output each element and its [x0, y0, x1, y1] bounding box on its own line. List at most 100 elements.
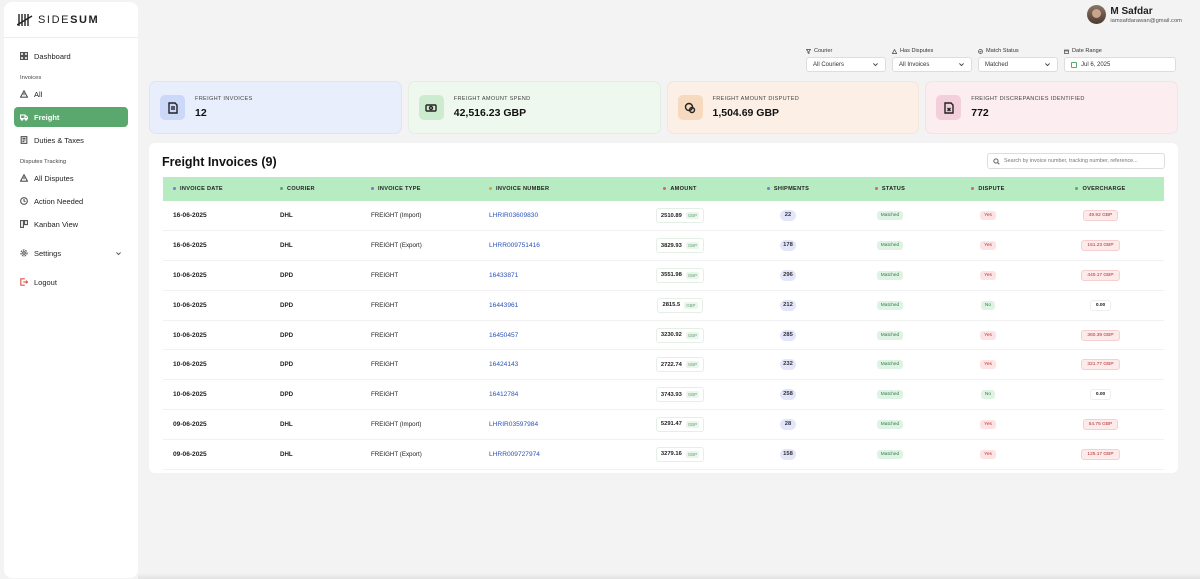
dispute-badge: No [980, 300, 996, 310]
alert-triangle-icon [20, 174, 28, 182]
status-badge: Matched [876, 390, 904, 400]
kpi-label: FREIGHT INVOICES [195, 96, 253, 102]
table-row[interactable]: 10-06-2025 DPD FREIGHT 16424143 2722.74 GBP 23… [163, 350, 1164, 380]
kpi-value: 1,504.69 GBP [712, 107, 780, 119]
column-header[interactable]: INVOICE TYPE [371, 177, 489, 201]
column-dot-icon [371, 187, 374, 191]
invoice-number-link[interactable]: 16412784 [489, 380, 625, 410]
sidebar-item-kanban[interactable]: Kanban View [14, 214, 128, 234]
overcharge-badge: 321.77 GBP [1081, 359, 1120, 371]
receipt-icon [20, 136, 28, 144]
date-filter: Date Range Jul 6, 2025 [1064, 48, 1176, 72]
status-badge: Matched [876, 270, 904, 280]
amount-badge: 2722.74 GBP [655, 357, 705, 373]
sidebar-item-action-needed[interactable]: Action Needed [14, 191, 128, 211]
sidebar-item-all-disputes[interactable]: All Disputes [14, 168, 128, 188]
invoice-date: 10-06-2025 [173, 301, 207, 309]
currency-tag: GBP [685, 361, 700, 369]
table-row[interactable]: 16-06-2025 DHL FREIGHT (Import) LHRIR036098… [163, 201, 1164, 231]
sidebar-item-all[interactable]: All [14, 84, 128, 104]
invoice-date: 09-06-2025 [173, 420, 207, 428]
dispute-badge: Yes [980, 211, 996, 221]
disputes-filter-label: Has Disputes [892, 48, 972, 54]
shipments-cell: 212 [735, 290, 841, 320]
dispute-cell: Yes [939, 439, 1037, 469]
sidebar-item-freight[interactable]: Freight [14, 107, 128, 127]
sidebar-item-duties[interactable]: Duties & Taxes [14, 130, 128, 150]
user-name: M Safdar [1110, 5, 1153, 17]
sidebar-item-dashboard[interactable]: Dashboard [14, 46, 128, 66]
table-row[interactable]: 10-06-2025 DPD FREIGHT 16450457 3230.92 GBP 28… [163, 320, 1164, 350]
invoice-date: 09-06-2025 [173, 450, 207, 458]
status-badge: Matched [876, 300, 904, 310]
table-row[interactable]: 10-06-2025 DPD FREIGHT 16412784 3743.93 GBP 25… [163, 380, 1164, 410]
column-header[interactable]: INVOICE DATE [163, 177, 280, 201]
status-cell: Matched [841, 231, 939, 261]
user-profile[interactable]: M Safdar iamsafdarawan@gmail.com [1087, 5, 1182, 24]
dispute-cell: Yes [939, 231, 1037, 261]
courier: DPD [280, 271, 294, 279]
amount-badge: 5291.47 GBP [655, 416, 705, 432]
invoice-type: FREIGHT [371, 391, 399, 399]
disputes-select[interactable]: All Invoices [892, 57, 972, 72]
shipments-badge: 178 [780, 240, 796, 252]
overcharge-badge: 360.39 GBP [1081, 329, 1120, 341]
dispute-cell: Yes [939, 320, 1037, 350]
invoice-number-link[interactable]: 16433871 [489, 261, 625, 291]
sidebar-item-label: All Disputes [34, 173, 74, 183]
sidebar-item-logout[interactable]: Logout [14, 272, 128, 292]
table-row[interactable]: 09-06-2025 DHL FREIGHT (Export) LHRR0097279… [163, 439, 1164, 470]
overcharge-badge: 0.00 [1089, 389, 1112, 401]
table-row[interactable]: 16-06-2025 DHL FREIGHT (Export) LHRR0097514… [163, 231, 1164, 261]
invoice-number-link[interactable]: 16424143 [489, 350, 625, 380]
invoice-number-link[interactable]: LHRIR03597984 [489, 410, 625, 440]
invoice-date: 16-06-2025 [173, 212, 207, 220]
table-row[interactable]: 10-06-2025 DPD FREIGHT 16443961 2815.5 GBP 212… [163, 290, 1164, 321]
sidebar-item-label: Action Needed [34, 196, 84, 206]
status-badge: Matched [876, 211, 904, 221]
column-header[interactable]: OVERCHARGE [1037, 177, 1164, 201]
currency-tag: GBP [685, 242, 700, 250]
amount-cell: 2510.89 GBP [625, 201, 735, 231]
column-header[interactable]: DISPUTE [939, 177, 1037, 201]
kpi-label: FREIGHT AMOUNT SPEND [453, 96, 531, 102]
date-picker[interactable]: Jul 6, 2025 [1064, 57, 1176, 72]
invoice-number-link[interactable]: LHRR009727974 [489, 439, 625, 469]
column-dot-icon [766, 187, 770, 191]
logo[interactable]: SIDESUM [4, 2, 138, 38]
column-header[interactable]: STATUS [841, 177, 939, 201]
invoice-type: FREIGHT [371, 301, 399, 309]
courier-select[interactable]: All Couriers [806, 57, 886, 72]
search-input[interactable]: Search by invoice number, tracking numbe… [987, 153, 1165, 169]
column-header[interactable]: AMOUNT [625, 177, 735, 201]
invoice-date: 16-06-2025 [173, 242, 207, 250]
invoice-type: FREIGHT (Import) [371, 212, 422, 220]
shipments-cell: 22 [735, 201, 841, 231]
table-header-row: INVOICE DATE COURIER INVOICE TYPE INVOICE N… [163, 177, 1164, 201]
invoice-number-link[interactable]: 16443961 [489, 290, 625, 320]
kanban-icon [20, 220, 28, 228]
currency-tag: GBP [685, 212, 700, 220]
invoice-number-link[interactable]: LHRIR03609830 [489, 201, 625, 231]
column-header[interactable]: COURIER [280, 177, 371, 201]
amount-badge: 2510.89 GBP [655, 208, 705, 224]
invoice-number-link[interactable]: LHRR009751416 [489, 231, 625, 261]
kpi-card-discrepancies: FREIGHT DISCREPANCIES IDENTIFIED 772 [925, 81, 1178, 134]
dispute-badge: Yes [980, 270, 996, 280]
amount-badge: 3829.93 GBP [655, 238, 705, 254]
shipments-badge: 212 [780, 299, 796, 311]
table-row[interactable]: 10-06-2025 DPD FREIGHT 16433871 3551.98 GBP 29… [163, 261, 1164, 291]
column-header[interactable]: INVOICE NUMBER [489, 177, 625, 201]
overcharge-cell: 54.76 GBP [1037, 410, 1164, 440]
match-select[interactable]: Matched [978, 57, 1058, 72]
shipments-badge: 285 [780, 329, 796, 341]
status-badge: Matched [876, 360, 904, 370]
match-filter: Match Status Matched [978, 48, 1058, 72]
column-dot-icon [489, 187, 492, 191]
sidebar-item-settings[interactable]: Settings [14, 243, 128, 263]
invoice-type: FREIGHT (Export) [371, 450, 422, 458]
column-header[interactable]: SHIPMENTS [735, 177, 841, 201]
table-row[interactable]: 09-06-2025 DHL FREIGHT (Import) LHRIR035979… [163, 410, 1164, 440]
invoice-number-link[interactable]: 16450457 [489, 320, 625, 350]
bottom-shadow [138, 573, 1200, 579]
